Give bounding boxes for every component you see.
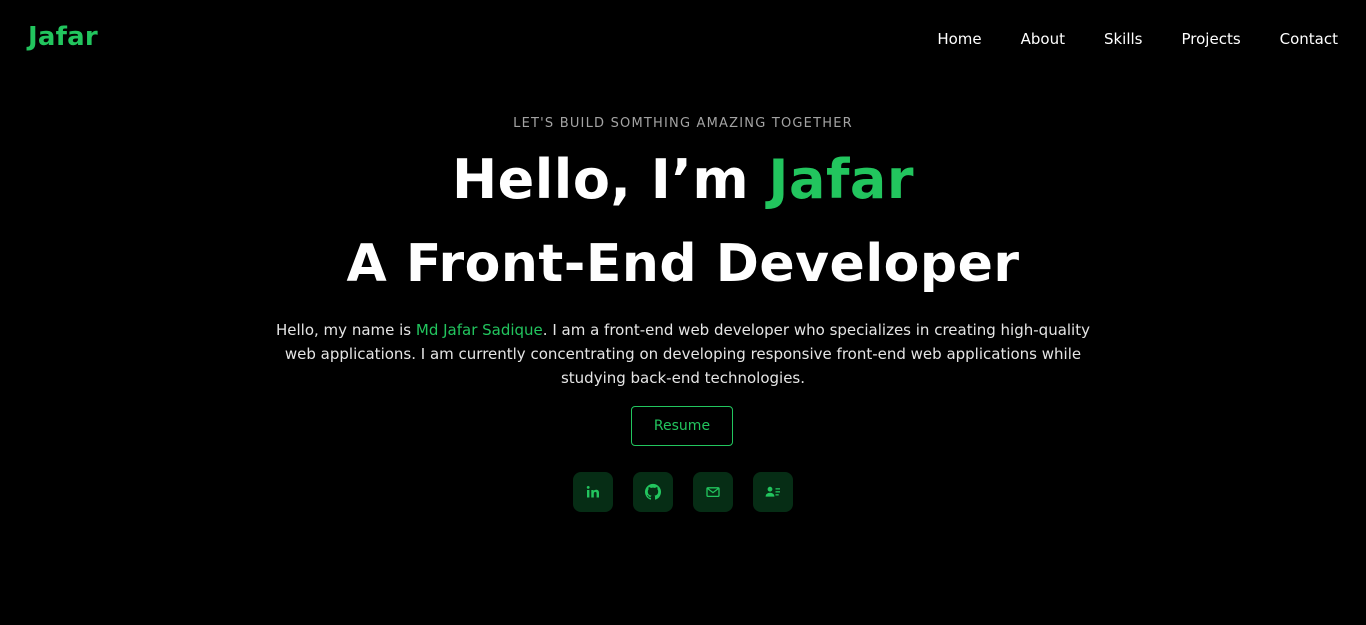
- site-logo[interactable]: Jafar: [28, 22, 98, 52]
- hero-headline: A Front-End Developer: [346, 234, 1020, 294]
- hero-intro-start: Hello, my name is: [276, 321, 416, 339]
- hero-tagline: LET'S BUILD SOMTHING AMAZING TOGETHER: [513, 116, 853, 131]
- mail-link[interactable]: [693, 472, 733, 512]
- linkedin-icon: [586, 486, 599, 498]
- contact-card-icon: [765, 486, 780, 497]
- hero-intro-name: Md Jafar Sadique: [415, 321, 543, 339]
- linkedin-link[interactable]: [573, 472, 613, 512]
- main-nav: Home About Skills Projects Contact: [898, 29, 1338, 49]
- site-header: Jafar Home About Skills Projects Contact: [0, 0, 1366, 80]
- hero-intro: Hello, my name is Md Jafar Sadique. I am…: [270, 318, 1096, 390]
- nav-about-link[interactable]: About: [1021, 29, 1065, 49]
- mail-icon: [706, 487, 720, 498]
- nav-skills-link[interactable]: Skills: [1104, 29, 1143, 49]
- hero-greeting-text: Hello, I’m: [451, 148, 769, 211]
- contact-card-link[interactable]: [753, 472, 793, 512]
- github-link[interactable]: [633, 472, 673, 512]
- hero-greeting-name: Jafar: [768, 148, 915, 211]
- github-icon: [644, 483, 662, 500]
- social-links: [573, 472, 793, 512]
- nav-home-link[interactable]: Home: [937, 29, 981, 49]
- hero-greeting: Hello, I’m Jafar: [0, 146, 1366, 214]
- resume-button[interactable]: Resume: [631, 406, 733, 446]
- nav-contact-link[interactable]: Contact: [1280, 29, 1338, 49]
- nav-projects-link[interactable]: Projects: [1182, 29, 1241, 49]
